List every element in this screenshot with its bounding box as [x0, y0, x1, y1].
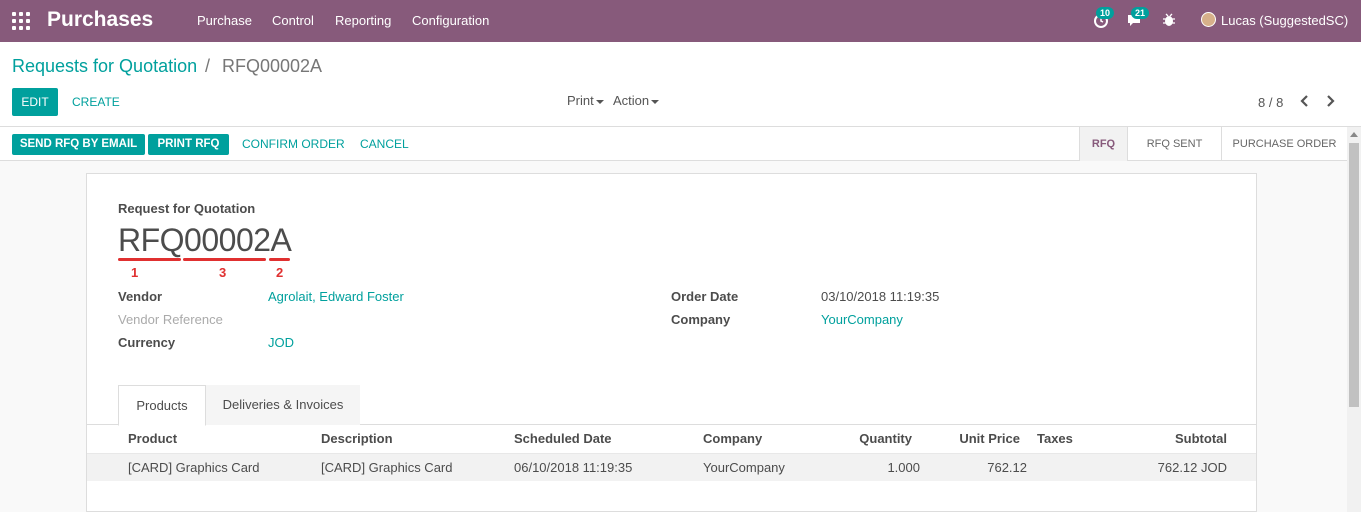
stage-rfq-sent[interactable]: RFQ SENT [1127, 127, 1221, 161]
order-date-label: Order Date [671, 289, 739, 304]
action-label: Action [613, 93, 650, 108]
cell-unit-price: 762.12 [987, 460, 1027, 475]
status-bar: SEND RFQ BY EMAIL PRINT RFQ CONFIRM ORDE… [0, 127, 1347, 161]
messages-badge: 21 [1131, 7, 1150, 19]
annotation-number-3: 3 [219, 265, 227, 280]
cancel-button[interactable]: CANCEL [360, 137, 409, 151]
apps-grid-icon[interactable] [12, 12, 30, 30]
vendor-value[interactable]: Agrolait, Edward Foster [268, 289, 404, 304]
caret-down-icon [595, 99, 604, 104]
print-rfq-button[interactable]: PRINT RFQ [148, 134, 229, 155]
create-button[interactable]: CREATE [72, 95, 120, 109]
breadcrumb-parent[interactable]: Requests for Quotation [12, 56, 197, 77]
cell-company: YourCompany [703, 460, 785, 475]
scroll-up-icon[interactable] [1350, 132, 1358, 137]
debug-bug-icon[interactable] [1160, 11, 1178, 29]
company-value[interactable]: YourCompany [821, 312, 903, 327]
col-header-scheduled-date[interactable]: Scheduled Date [514, 431, 612, 446]
cell-product: [CARD] Graphics Card [128, 460, 260, 475]
print-label: Print [567, 93, 594, 108]
currency-label: Currency [118, 335, 176, 350]
confirm-order-button[interactable]: CONFIRM ORDER [242, 137, 345, 151]
annotation-number-1: 1 [131, 265, 139, 280]
edit-button[interactable]: EDIT [12, 88, 58, 116]
company-label: Company [671, 312, 731, 327]
col-header-description[interactable]: Description [321, 431, 393, 446]
send-rfq-email-button[interactable]: SEND RFQ BY EMAIL [12, 134, 145, 155]
order-date-value: 03/10/2018 11:19:35 [821, 289, 940, 304]
scroll-thumb[interactable] [1349, 143, 1359, 407]
stage-rfq[interactable]: RFQ [1079, 127, 1127, 161]
col-header-quantity[interactable]: Quantity [832, 431, 912, 446]
cell-description: [CARD] Graphics Card [321, 460, 453, 475]
annotation-underline-1 [118, 258, 181, 261]
breadcrumb-separator: / [205, 56, 211, 76]
document-name: RFQ00002A [118, 222, 292, 258]
control-panel: Requests for Quotation / RFQ00002A EDIT … [0, 42, 1361, 127]
menu-configuration[interactable]: Configuration [412, 13, 489, 28]
notebook-tabs: Products Deliveries & Invoices [87, 385, 1256, 426]
chevron-left-icon[interactable] [1298, 94, 1310, 108]
col-header-product[interactable]: Product [128, 431, 177, 446]
menu-control[interactable]: Control [272, 13, 314, 28]
top-navbar: Purchases Purchase Control Reporting Con… [0, 0, 1361, 42]
vendor-reference-label: Vendor Reference [118, 312, 223, 327]
table-row[interactable] [87, 453, 1256, 481]
cell-quantity: 1.000 [887, 460, 920, 475]
user-avatar[interactable] [1201, 12, 1216, 27]
menu-purchase[interactable]: Purchase [197, 13, 252, 28]
breadcrumb-current: RFQ00002A [222, 56, 323, 76]
print-dropdown[interactable]: Print [567, 93, 604, 108]
col-header-taxes[interactable]: Taxes [1037, 431, 1073, 446]
scrollbar[interactable] [1347, 127, 1361, 512]
chevron-right-icon[interactable] [1325, 94, 1337, 108]
menu-reporting[interactable]: Reporting [335, 13, 391, 28]
tab-deliveries-invoices[interactable]: Deliveries & Invoices [206, 385, 360, 425]
caret-down-icon [651, 99, 660, 104]
currency-value[interactable]: JOD [268, 335, 294, 350]
col-header-unit-price[interactable]: Unit Price [939, 431, 1020, 446]
cell-subtotal: 762.12 JOD [1157, 460, 1227, 475]
pager-value[interactable]: 8 / 8 [1258, 95, 1283, 110]
col-header-subtotal[interactable]: Subtotal [1127, 431, 1227, 446]
tab-products[interactable]: Products [118, 385, 206, 426]
activity-badge: 10 [1096, 7, 1115, 19]
cell-scheduled-date: 06/10/2018 11:19:35 [514, 460, 633, 475]
app-title: Purchases [47, 8, 154, 31]
stage-purchase-order[interactable]: PURCHASE ORDER [1221, 127, 1347, 161]
user-menu[interactable]: Lucas (SuggestedSC) [1221, 13, 1348, 28]
annotation-number-2: 2 [276, 265, 284, 280]
action-dropdown[interactable]: Action [613, 93, 660, 108]
form-sheet: Request for Quotation RFQ00002A 1 3 2 Ve… [86, 173, 1257, 512]
annotation-underline-3 [183, 258, 266, 261]
vendor-label: Vendor [118, 289, 163, 304]
col-header-company[interactable]: Company [703, 431, 762, 446]
document-type-label: Request for Quotation [118, 201, 256, 216]
annotation-underline-2 [269, 258, 290, 261]
